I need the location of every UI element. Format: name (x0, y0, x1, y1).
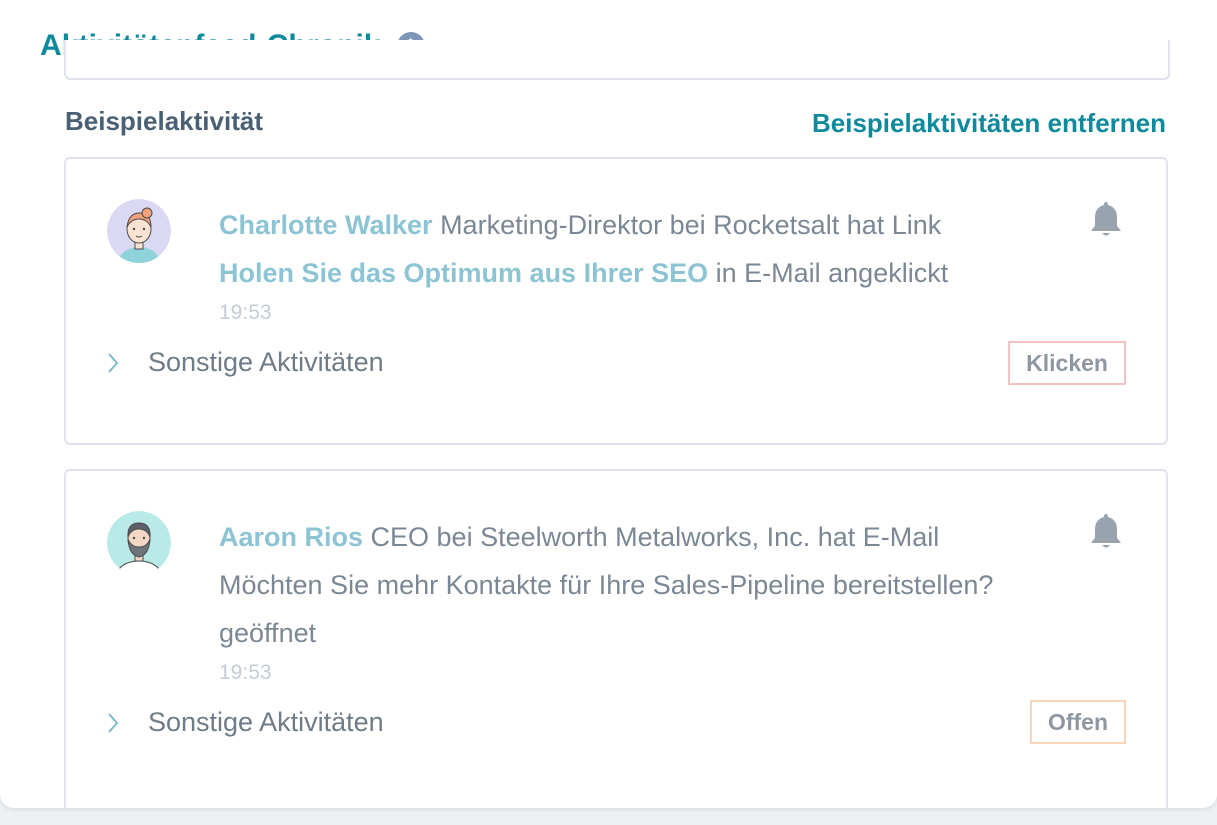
section-label: Beispielaktivität (65, 106, 263, 136)
chevron-right-icon (106, 709, 126, 737)
activity-type-badge: Offen (1029, 700, 1126, 744)
contact-name-link[interactable]: Aaron Rios (219, 522, 363, 552)
activity-card: Charlotte Walker Marketing-Direktor bei … (64, 157, 1168, 445)
other-activities-label: Sonstige Aktivitäten (148, 347, 384, 377)
activity-description: Charlotte Walker Marketing-Direktor bei … (219, 201, 1079, 297)
activity-description: Aaron Rios CEO bei Steelworth Metalworks… (219, 513, 1079, 657)
activity-text-after: geöffnet (219, 618, 317, 648)
avatar-bearded-man-icon (107, 511, 171, 575)
previous-card-edge (64, 40, 1170, 80)
activity-feed-panel: Aktivitätenfeed-Chronik i Beispielaktivi… (0, 0, 1217, 808)
avatar-woman-icon (107, 199, 171, 263)
contact-name-link[interactable]: Charlotte Walker (219, 210, 433, 240)
remove-sample-activities-link[interactable]: Beispielaktivitäten entfernen (812, 108, 1166, 139)
other-activities-toggle[interactable]: Sonstige Aktivitäten (106, 347, 384, 378)
activity-type-badge: Klicken (1008, 341, 1126, 385)
chevron-right-icon (106, 349, 126, 377)
activity-time: 19:53 (219, 661, 272, 684)
email-subject: Möchten Sie mehr Kontakte für Ihre Sales… (219, 570, 994, 600)
activity-text-after: in E-Mail angeklickt (708, 258, 949, 288)
bell-icon[interactable] (1088, 511, 1124, 551)
bell-icon[interactable] (1088, 199, 1124, 239)
email-link[interactable]: Holen Sie das Optimum aus Ihrer SEO (219, 258, 708, 288)
activity-card: Aaron Rios CEO bei Steelworth Metalworks… (64, 469, 1168, 808)
other-activities-label: Sonstige Aktivitäten (148, 707, 384, 737)
other-activities-toggle[interactable]: Sonstige Aktivitäten (106, 707, 384, 738)
activity-text-before: CEO bei Steelworth Metalworks, Inc. hat … (363, 522, 940, 552)
activity-time: 19:53 (219, 301, 272, 324)
activity-text-before: Marketing-Direktor bei Rocketsalt hat Li… (432, 210, 942, 240)
